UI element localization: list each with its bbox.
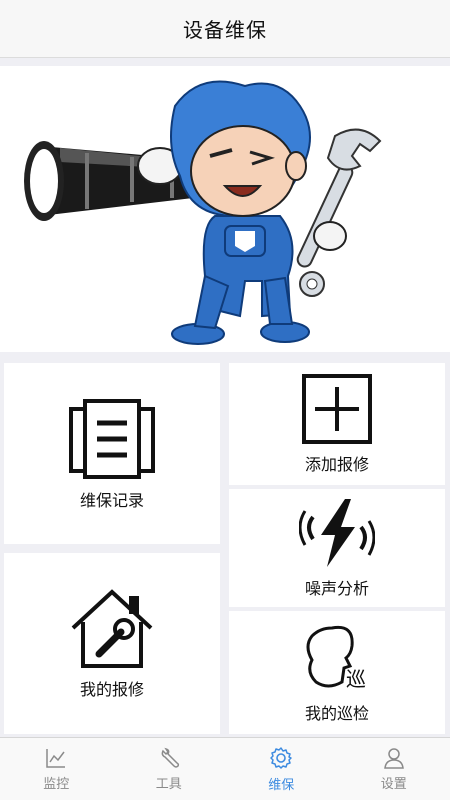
plus-box-icon [302, 374, 372, 444]
add-repair-label: 添加报修 [304, 455, 369, 474]
mascot-head [170, 80, 311, 218]
my-patrol-tile[interactable]: 巡 我的巡检 [229, 611, 445, 734]
noise-analysis-tile[interactable]: 噪声分析 [229, 489, 445, 607]
my-repairs-tile[interactable]: 我的报修 [4, 553, 220, 734]
my-patrol-label: 我的巡检 [304, 703, 369, 723]
user-icon [383, 747, 404, 769]
add-repair-tile[interactable]: 添加报修 [229, 363, 445, 485]
gear-icon [270, 746, 292, 769]
tab-tools[interactable]: 工具 [113, 738, 226, 800]
banner-illustration [0, 66, 450, 352]
app-header: 设备维保 [0, 0, 450, 58]
tab-settings-label: 设置 [380, 776, 407, 792]
lightning-sound-icon [299, 499, 375, 567]
house-wrench-icon [71, 588, 153, 668]
patrol-face-icon: 巡 [306, 625, 366, 691]
noise-analysis-label: 噪声分析 [304, 579, 369, 598]
tab-monitor[interactable]: 监控 [0, 738, 113, 800]
my-repairs-label: 我的报修 [79, 679, 144, 699]
svg-text:巡: 巡 [346, 667, 366, 691]
chart-line-icon [46, 748, 66, 768]
maintenance-records-label: 维保记录 [79, 490, 144, 510]
bottom-tab-bar: 监控 工具 维保 设置 [0, 737, 450, 800]
mascot-illustration [24, 80, 382, 345]
tab-tools-label: 工具 [155, 776, 182, 792]
tab-maintenance-label: 维保 [268, 777, 295, 793]
maintenance-records-tile[interactable]: 维保记录 [4, 363, 220, 544]
document-list-icon [69, 398, 155, 479]
mascot-body [171, 215, 310, 345]
tab-maintenance[interactable]: 维保 [225, 738, 338, 800]
tab-monitor-label: 监控 [43, 776, 70, 792]
tab-settings[interactable]: 设置 [338, 738, 450, 800]
wrench-icon [161, 747, 179, 768]
page-title: 设备维保 [183, 18, 267, 42]
